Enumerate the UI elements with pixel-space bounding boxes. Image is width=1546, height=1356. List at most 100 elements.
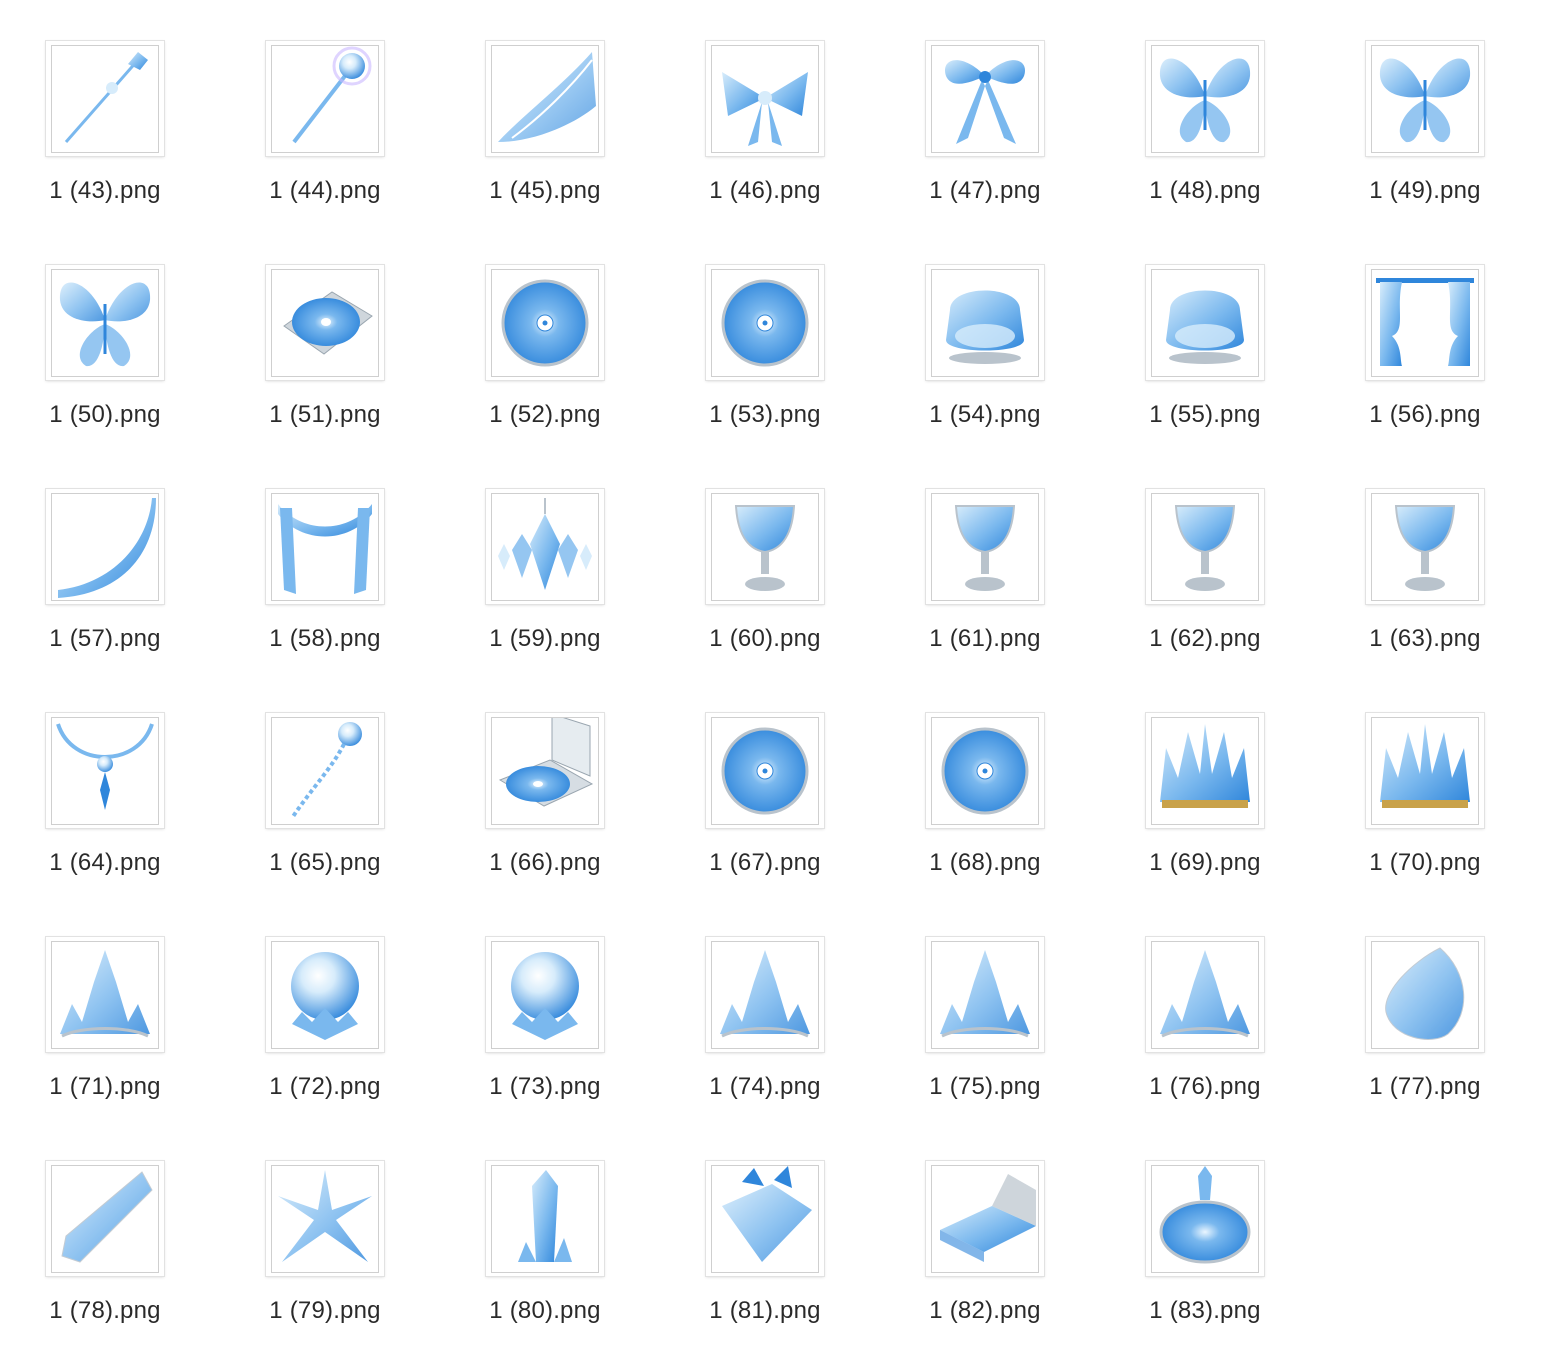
file-item[interactable]: 1 (65).png <box>220 672 440 896</box>
file-name[interactable]: 1 (60).png <box>660 625 870 653</box>
file-name[interactable]: 1 (71).png <box>0 1073 210 1101</box>
file-item[interactable]: 1 (45).png <box>440 0 660 224</box>
file-item[interactable]: 1 (50).png <box>0 224 220 448</box>
file-name[interactable]: 1 (63).png <box>1320 625 1530 653</box>
file-item[interactable]: 1 (51).png <box>220 224 440 448</box>
file-item[interactable]: 1 (70).png <box>1320 672 1540 896</box>
file-item[interactable]: 1 (58).png <box>220 448 440 672</box>
file-item[interactable]: 1 (44).png <box>220 0 440 224</box>
file-name[interactable]: 1 (53).png <box>660 401 870 429</box>
file-item[interactable]: 1 (60).png <box>660 448 880 672</box>
file-item[interactable]: 1 (43).png <box>0 0 220 224</box>
file-thumbnail[interactable] <box>266 41 384 156</box>
file-thumbnail[interactable] <box>1146 489 1264 604</box>
file-item[interactable]: 1 (81).png <box>660 1120 880 1344</box>
file-thumbnail[interactable] <box>1146 41 1264 156</box>
file-thumbnail[interactable] <box>486 489 604 604</box>
file-item[interactable]: 1 (66).png <box>440 672 660 896</box>
file-item[interactable]: 1 (63).png <box>1320 448 1540 672</box>
file-item[interactable]: 1 (77).png <box>1320 896 1540 1120</box>
file-item[interactable]: 1 (48).png <box>1100 0 1320 224</box>
file-name[interactable]: 1 (73).png <box>440 1073 650 1101</box>
file-name[interactable]: 1 (61).png <box>880 625 1090 653</box>
file-item[interactable]: 1 (47).png <box>880 0 1100 224</box>
file-name[interactable]: 1 (47).png <box>880 177 1090 205</box>
file-thumbnail[interactable] <box>706 265 824 380</box>
file-name[interactable]: 1 (50).png <box>0 401 210 429</box>
file-thumbnail[interactable] <box>46 713 164 828</box>
file-name[interactable]: 1 (66).png <box>440 849 650 877</box>
file-item[interactable]: 1 (74).png <box>660 896 880 1120</box>
file-thumbnail[interactable] <box>926 1161 1044 1276</box>
file-name[interactable]: 1 (80).png <box>440 1297 650 1325</box>
file-name[interactable]: 1 (58).png <box>220 625 430 653</box>
file-item[interactable]: 1 (73).png <box>440 896 660 1120</box>
file-item[interactable]: 1 (62).png <box>1100 448 1320 672</box>
file-name[interactable]: 1 (64).png <box>0 849 210 877</box>
file-name[interactable]: 1 (81).png <box>660 1297 870 1325</box>
file-name[interactable]: 1 (72).png <box>220 1073 430 1101</box>
file-name[interactable]: 1 (74).png <box>660 1073 870 1101</box>
file-item[interactable]: 1 (67).png <box>660 672 880 896</box>
file-thumbnail[interactable] <box>46 489 164 604</box>
file-thumbnail[interactable] <box>706 713 824 828</box>
file-item[interactable]: 1 (82).png <box>880 1120 1100 1344</box>
file-name[interactable]: 1 (55).png <box>1100 401 1310 429</box>
file-name[interactable]: 1 (70).png <box>1320 849 1530 877</box>
file-name[interactable]: 1 (51).png <box>220 401 430 429</box>
file-thumbnail[interactable] <box>266 713 384 828</box>
file-thumbnail[interactable] <box>926 713 1044 828</box>
file-item[interactable]: 1 (83).png <box>1100 1120 1320 1344</box>
file-thumbnail[interactable] <box>926 41 1044 156</box>
file-name[interactable]: 1 (46).png <box>660 177 870 205</box>
file-thumbnail[interactable] <box>1146 937 1264 1052</box>
file-item[interactable]: 1 (79).png <box>220 1120 440 1344</box>
file-item[interactable]: 1 (68).png <box>880 672 1100 896</box>
file-thumbnail[interactable] <box>266 937 384 1052</box>
file-item[interactable]: 1 (59).png <box>440 448 660 672</box>
file-thumbnail[interactable] <box>1146 713 1264 828</box>
file-name[interactable]: 1 (57).png <box>0 625 210 653</box>
file-name[interactable]: 1 (59).png <box>440 625 650 653</box>
file-item[interactable]: 1 (61).png <box>880 448 1100 672</box>
file-name[interactable]: 1 (67).png <box>660 849 870 877</box>
file-name[interactable]: 1 (79).png <box>220 1297 430 1325</box>
file-thumbnail[interactable] <box>926 265 1044 380</box>
file-thumbnail[interactable] <box>1146 1161 1264 1276</box>
file-name[interactable]: 1 (69).png <box>1100 849 1310 877</box>
file-item[interactable]: 1 (78).png <box>0 1120 220 1344</box>
file-name[interactable]: 1 (48).png <box>1100 177 1310 205</box>
file-thumbnail[interactable] <box>266 1161 384 1276</box>
file-name[interactable]: 1 (62).png <box>1100 625 1310 653</box>
file-name[interactable]: 1 (45).png <box>440 177 650 205</box>
file-name[interactable]: 1 (44).png <box>220 177 430 205</box>
file-thumbnail[interactable] <box>46 41 164 156</box>
file-thumbnail[interactable] <box>706 937 824 1052</box>
file-thumbnail[interactable] <box>46 265 164 380</box>
file-thumbnail[interactable] <box>1146 265 1264 380</box>
file-name[interactable]: 1 (82).png <box>880 1297 1090 1325</box>
file-thumbnail[interactable] <box>266 489 384 604</box>
file-item[interactable]: 1 (52).png <box>440 224 660 448</box>
file-item[interactable]: 1 (49).png <box>1320 0 1540 224</box>
file-thumbnail[interactable] <box>926 489 1044 604</box>
file-name[interactable]: 1 (65).png <box>220 849 430 877</box>
file-name[interactable]: 1 (75).png <box>880 1073 1090 1101</box>
file-name[interactable]: 1 (52).png <box>440 401 650 429</box>
file-name[interactable]: 1 (68).png <box>880 849 1090 877</box>
file-thumbnail[interactable] <box>486 937 604 1052</box>
file-item[interactable]: 1 (72).png <box>220 896 440 1120</box>
file-thumbnail[interactable] <box>926 937 1044 1052</box>
file-name[interactable]: 1 (77).png <box>1320 1073 1530 1101</box>
file-thumbnail[interactable] <box>1366 937 1484 1052</box>
file-thumbnail[interactable] <box>1366 41 1484 156</box>
file-thumbnail[interactable] <box>1366 265 1484 380</box>
file-thumbnail[interactable] <box>486 265 604 380</box>
file-thumbnail[interactable] <box>266 265 384 380</box>
file-item[interactable]: 1 (54).png <box>880 224 1100 448</box>
file-thumbnail[interactable] <box>46 937 164 1052</box>
file-thumbnail[interactable] <box>486 713 604 828</box>
file-name[interactable]: 1 (78).png <box>0 1297 210 1325</box>
file-item[interactable]: 1 (71).png <box>0 896 220 1120</box>
file-item[interactable]: 1 (76).png <box>1100 896 1320 1120</box>
